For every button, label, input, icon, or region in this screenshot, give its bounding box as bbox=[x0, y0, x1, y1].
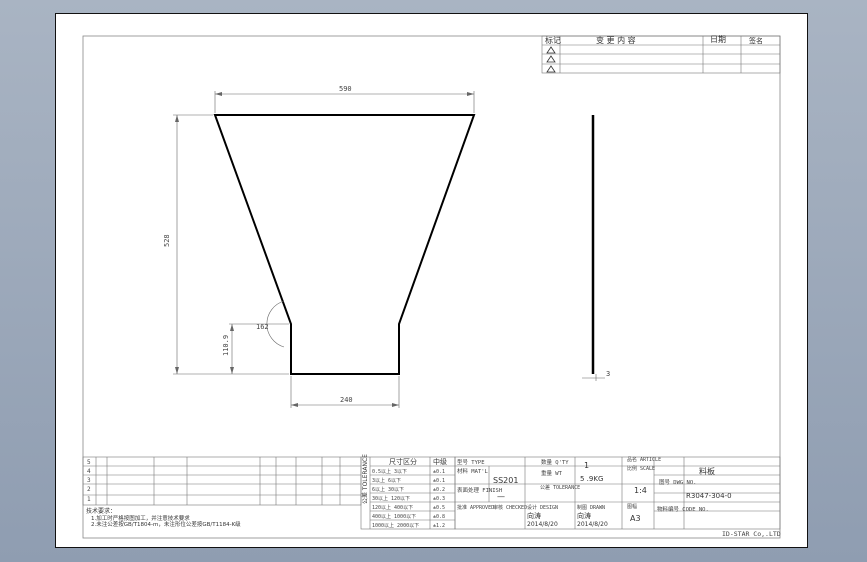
rev-content-header: 变 更 内 容 bbox=[596, 35, 636, 45]
qty-label: 数量 Q'TY bbox=[541, 458, 569, 466]
tol-range-5: 120以上 400以下 bbox=[372, 504, 413, 511]
article-value: 料板 bbox=[699, 466, 715, 476]
dim-overall-height: 528 bbox=[163, 234, 171, 247]
approved-label: 批准 APPROVED bbox=[457, 504, 494, 511]
thickness-label: 3 bbox=[606, 370, 610, 378]
article-label: 品名 ARTICLE bbox=[627, 456, 661, 463]
finish-value: — bbox=[497, 492, 505, 501]
svg-text:5: 5 bbox=[87, 459, 91, 466]
tol-value-7: ±1.2 bbox=[433, 523, 445, 529]
dimension-lines bbox=[173, 91, 475, 408]
designer-date: 2014/8/20 bbox=[577, 521, 608, 528]
type-label: 型号 TYPE bbox=[457, 458, 485, 466]
parts-list-grid bbox=[82, 456, 362, 506]
weight-label: 重量 WT bbox=[541, 469, 563, 477]
designer-name: 向涛 bbox=[577, 511, 591, 520]
tol-range-6: 400以上 1000以下 bbox=[372, 513, 416, 520]
qty-value: 1 bbox=[584, 461, 589, 470]
tol-range-2: 3以上 6以下 bbox=[372, 477, 401, 484]
revision-table bbox=[541, 35, 781, 74]
finish-label: 表面处理 FINISH bbox=[457, 486, 502, 494]
rev-sign-header: 签名 bbox=[749, 36, 763, 45]
weight-value: 5 .9KG bbox=[580, 475, 603, 483]
tol-value-2: ±0.1 bbox=[433, 478, 445, 484]
svg-text:2: 2 bbox=[87, 486, 91, 493]
drawing-sheet: 标记 变 更 内 容 日期 签名 3 590 528 110.9 240 162… bbox=[55, 13, 808, 548]
tol-header-grade: 中级 bbox=[433, 457, 447, 466]
tol-header-range: 尺寸区分 bbox=[389, 457, 417, 466]
notes-title: 技术要求： bbox=[86, 507, 116, 515]
dim-angle: 162 bbox=[256, 323, 269, 331]
dim-top-width: 590 bbox=[339, 85, 352, 93]
dwg-label: 图号 DWG NO. bbox=[659, 478, 697, 486]
tol-range-7: 1000以上 2000以下 bbox=[372, 522, 419, 529]
tol-range-3: 6以上 30以下 bbox=[372, 486, 404, 493]
designer-label: 设计 DESIGN bbox=[527, 504, 558, 511]
sheet-value: A3 bbox=[630, 514, 641, 523]
tol-value-6: ±0.8 bbox=[433, 514, 445, 520]
company-name: ID-STAR Co,.LTD bbox=[722, 530, 781, 538]
tol-value-4: ±0.3 bbox=[433, 496, 445, 502]
drawing-number: R3047-304-0 bbox=[686, 492, 732, 500]
svg-text:3: 3 bbox=[87, 477, 91, 484]
parts-list-row-numbers: 5 4 3 2 1 bbox=[87, 459, 91, 503]
rev-symbol-header: 标记 bbox=[545, 35, 561, 45]
tol-range-1: 0.5以上 3以下 bbox=[372, 468, 407, 475]
svg-text:4: 4 bbox=[87, 468, 91, 475]
dimension-arrows bbox=[175, 92, 474, 407]
tol-value-5: ±0.5 bbox=[433, 505, 445, 511]
notes-line-2: 2.未注公差按GB/T1804-m，未注形位公差按GB/T1184-K级 bbox=[91, 520, 241, 528]
material-label: 材料 MAT'L bbox=[457, 467, 489, 475]
drawn-label: 制图 DRAWN bbox=[577, 504, 605, 511]
material-value: SS201 bbox=[493, 476, 518, 485]
tol-value-3: ±0.2 bbox=[433, 487, 445, 493]
checker-date: 2014/8/20 bbox=[527, 521, 558, 528]
dim-lower-height: 110.9 bbox=[222, 335, 230, 356]
scale-label: 比例 SCALE bbox=[627, 465, 655, 472]
code-label: 物料编号 CODE NO. bbox=[657, 505, 709, 513]
part-outline bbox=[213, 114, 476, 375]
tol-range-4: 30以上 120以下 bbox=[372, 495, 410, 502]
inner-frame bbox=[82, 35, 781, 539]
notes-line-1: 1.加工时严格按图加工，并注意技术要求 bbox=[91, 514, 190, 522]
checker-name: 向涛 bbox=[527, 511, 541, 520]
drawing-canvas: 标记 变 更 内 容 日期 签名 3 590 528 110.9 240 162… bbox=[82, 35, 781, 539]
tol-side-label: 公差 TOLERANCE bbox=[361, 454, 369, 504]
checked-label: 审核 CHECKED bbox=[493, 504, 527, 511]
rev-date-header: 日期 bbox=[710, 35, 726, 44]
svg-text:1: 1 bbox=[87, 496, 91, 503]
dim-bottom-width: 240 bbox=[340, 396, 353, 404]
sheet-label: 图幅 bbox=[627, 503, 637, 510]
revision-triangles bbox=[546, 46, 556, 73]
tolerance-label: 公差 TOLERANCE bbox=[540, 484, 580, 491]
thickness-dimension bbox=[582, 374, 605, 381]
scale-value: 1:4 bbox=[634, 486, 647, 495]
tol-value-1: ±0.1 bbox=[433, 469, 445, 475]
